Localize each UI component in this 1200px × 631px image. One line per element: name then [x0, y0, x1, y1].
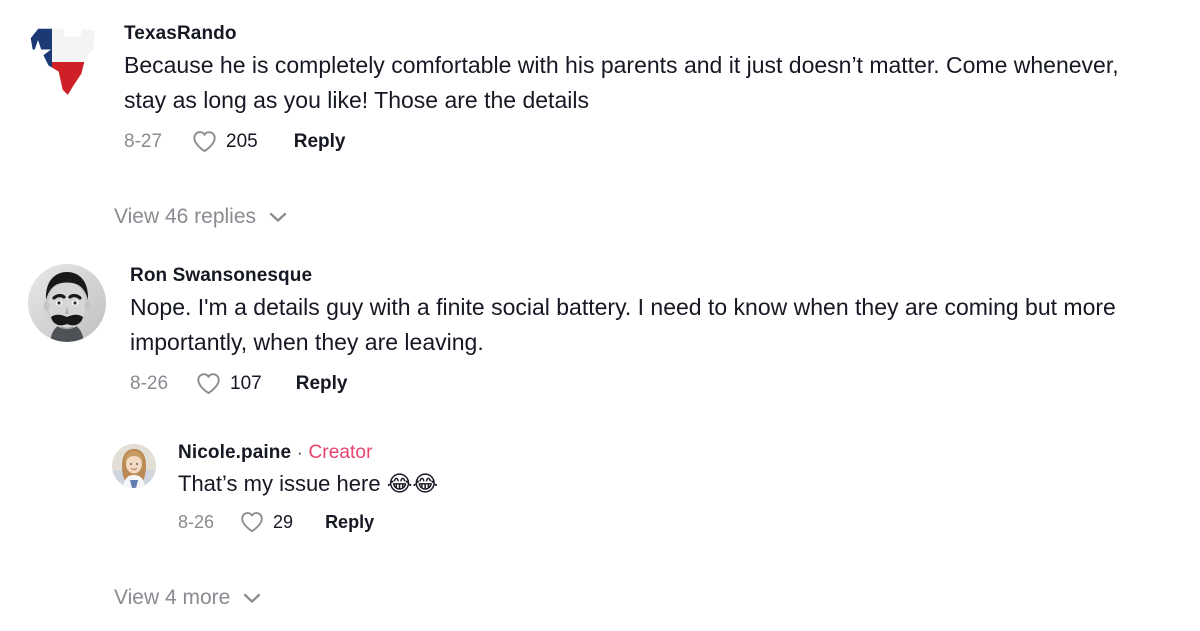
username[interactable]: TexasRando — [124, 22, 237, 46]
comment-text: Because he is completely comfortable wit… — [124, 52, 1119, 113]
comment-meta-row: 8-26 29 Reply — [178, 511, 438, 533]
heart-icon[interactable] — [196, 372, 221, 395]
comment-date: 8-26 — [130, 372, 169, 394]
comment-item: TexasRando Because he is completely comf… — [24, 22, 1134, 153]
reply-button[interactable]: Reply — [325, 512, 374, 533]
comment-date: 8-27 — [124, 130, 163, 152]
comment-date: 8-26 — [178, 511, 215, 532]
like-group[interactable]: 107 — [196, 372, 262, 395]
nested-comment-item: Nicole.paine · Creator That’s my issue h… — [112, 442, 438, 533]
username-row: TexasRando — [124, 22, 1134, 46]
username[interactable]: Nicole.paine — [178, 442, 291, 464]
creator-badge: Creator — [308, 442, 373, 463]
chevron-down-icon[interactable] — [268, 210, 288, 224]
comment-text: That’s my issue here 😂😂 — [178, 468, 438, 501]
avatar[interactable] — [24, 24, 104, 100]
view-replies-label: View 46 replies — [114, 205, 257, 228]
comment-item: Ron Swansonesque Nope. I'm a details guy… — [28, 264, 1140, 395]
like-count: 205 — [226, 130, 258, 152]
joy-emoji: 😂😂 — [386, 472, 439, 497]
username-row: Nicole.paine · Creator — [178, 442, 438, 464]
heart-icon[interactable] — [240, 511, 264, 533]
username-separator: · — [297, 445, 303, 462]
reply-button[interactable]: Reply — [294, 131, 346, 153]
like-group[interactable]: 29 — [240, 511, 293, 533]
comment-text: Nope. I'm a details guy with a finite so… — [130, 294, 1116, 355]
view-more-label: View 4 more — [114, 586, 231, 609]
username-row: Ron Swansonesque — [130, 264, 1140, 288]
avatar[interactable] — [112, 444, 156, 488]
like-count: 107 — [230, 372, 262, 394]
comment-body: Nicole.paine · Creator That’s my issue h… — [178, 442, 438, 533]
chevron-down-icon[interactable] — [242, 591, 262, 605]
view-replies-button[interactable]: View 46 replies — [114, 205, 288, 229]
username[interactable]: Ron Swansonesque — [130, 264, 312, 288]
comment-meta-row: 8-26 107 Reply — [130, 372, 1140, 395]
avatar[interactable] — [28, 264, 106, 342]
comment-text-body: That’s my issue here — [178, 471, 387, 496]
view-more-button[interactable]: View 4 more — [114, 586, 262, 610]
like-group[interactable]: 205 — [192, 130, 258, 153]
comment-body: TexasRando Because he is completely comf… — [124, 22, 1134, 153]
comment-body: Ron Swansonesque Nope. I'm a details guy… — [130, 264, 1140, 395]
reply-button[interactable]: Reply — [296, 373, 348, 395]
comment-thread: TexasRando Because he is completely comf… — [0, 0, 1200, 631]
like-count: 29 — [273, 511, 294, 532]
comment-meta-row: 8-27 205 Reply — [124, 130, 1134, 153]
heart-icon[interactable] — [192, 130, 217, 153]
